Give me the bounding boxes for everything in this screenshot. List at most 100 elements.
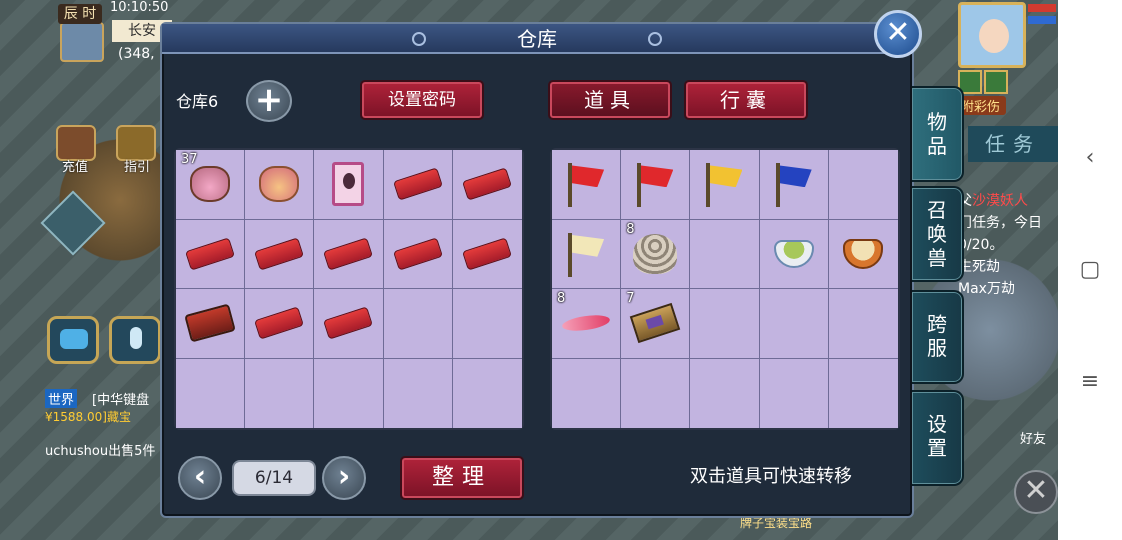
item-slot[interactable]: 37: [176, 150, 246, 220]
mp-bar: [1028, 16, 1056, 24]
chat-button[interactable]: [47, 316, 99, 364]
item-slot[interactable]: [828, 358, 898, 428]
item-slot[interactable]: [383, 219, 453, 289]
task-tab[interactable]: 任务: [968, 126, 1058, 162]
red-carpet-icon: [185, 237, 236, 271]
item-slot[interactable]: [176, 289, 246, 359]
item-slot[interactable]: [245, 150, 315, 220]
quest-line: Max万劫: [958, 281, 1015, 297]
side-tab-settings[interactable]: 设置: [912, 390, 964, 486]
quest-tracker[interactable]: 父沙漠妖人 门任务，今日 0/20。 生死劫 Max万劫: [958, 190, 1058, 300]
item-slot[interactable]: [314, 150, 384, 220]
tab-bag[interactable]: 行囊: [684, 80, 808, 120]
add-warehouse-button[interactable]: +: [246, 80, 292, 122]
item-slot[interactable]: [828, 219, 898, 289]
blue-flag-icon: [774, 161, 814, 208]
item-slot[interactable]: [245, 219, 315, 289]
item-slot[interactable]: [759, 219, 829, 289]
side-tab-label: 召唤兽: [927, 198, 947, 270]
item-slot[interactable]: [314, 219, 384, 289]
transfer-hint: 双击道具可快速转移: [690, 466, 852, 487]
item-slot[interactable]: [245, 289, 315, 359]
red-carpet-icon: [462, 167, 513, 201]
item-slot[interactable]: [552, 358, 622, 428]
item-slot[interactable]: [314, 358, 384, 428]
side-tab-items[interactable]: 物品: [912, 86, 964, 182]
side-tab-label: 设置: [927, 412, 947, 460]
chest-icon[interactable]: [984, 70, 1008, 94]
friends-label[interactable]: 好友: [1020, 428, 1046, 447]
item-slot[interactable]: [383, 289, 453, 359]
warehouse-label: 仓库6: [176, 92, 219, 111]
dark-carpet-icon: [184, 303, 236, 343]
item-slot[interactable]: 8: [552, 289, 622, 359]
item-slot[interactable]: [452, 150, 522, 220]
ornament-icon: [648, 32, 662, 46]
item-slot[interactable]: [452, 289, 522, 359]
red-carpet-icon: [392, 237, 443, 271]
item-slot[interactable]: [452, 358, 522, 428]
side-tab-pets[interactable]: 召唤兽: [912, 186, 964, 282]
world-channel-tag[interactable]: 世界: [45, 389, 78, 408]
item-slot[interactable]: [383, 150, 453, 220]
item-slot[interactable]: [828, 150, 898, 220]
map-coordinates: (348,: [118, 46, 155, 62]
item-slot[interactable]: [690, 358, 760, 428]
yellow-flag-icon: [704, 161, 744, 208]
red-flag-icon: [566, 161, 606, 208]
home-icon[interactable]: ▢: [1078, 258, 1102, 282]
warehouse-panel: 仓库 仓库6 + 设置密码 道具 行囊 37 8 8 7 ‹ 6/14 › 整理 双…: [160, 22, 914, 518]
hud-close-icon[interactable]: ✕: [1014, 470, 1058, 514]
item-slot[interactable]: [176, 219, 246, 289]
expand-map-icon[interactable]: [40, 190, 106, 256]
tab-items[interactable]: 道具: [548, 80, 672, 120]
prev-page-button[interactable]: ‹: [178, 456, 222, 500]
item-slot[interactable]: [828, 289, 898, 359]
item-slot[interactable]: 7: [621, 289, 691, 359]
menu-icon[interactable]: ≡: [1078, 370, 1102, 394]
item-slot[interactable]: [176, 358, 246, 428]
item-count: 7: [626, 291, 635, 306]
item-slot[interactable]: [690, 289, 760, 359]
item-slot[interactable]: [759, 289, 829, 359]
item-slot[interactable]: [552, 150, 622, 220]
item-slot[interactable]: [452, 219, 522, 289]
set-password-button[interactable]: 设置密码: [360, 80, 484, 120]
avatar-face: [979, 19, 1009, 53]
item-slot[interactable]: [245, 358, 315, 428]
item-slot[interactable]: [690, 150, 760, 220]
item-slot[interactable]: [690, 219, 760, 289]
side-tab-label: 物品: [927, 110, 947, 158]
red-flag-icon: [635, 161, 675, 208]
item-slot[interactable]: 8: [621, 219, 691, 289]
system-navbar: ‹ ▢ ≡: [1058, 0, 1122, 540]
item-slot[interactable]: [759, 358, 829, 428]
next-page-button[interactable]: ›: [322, 456, 366, 500]
red-carpet-icon: [323, 237, 374, 271]
panel-titlebar: 仓库: [162, 24, 912, 54]
sort-button[interactable]: 整理: [400, 456, 524, 500]
player-avatar[interactable]: [958, 2, 1026, 68]
status-icons[interactable]: [958, 70, 1012, 96]
back-icon[interactable]: ‹: [1078, 146, 1102, 170]
close-icon[interactable]: ✕: [874, 10, 922, 58]
green-bowl-icon: [773, 239, 814, 268]
book-icon: [630, 303, 681, 344]
item-slot[interactable]: [621, 150, 691, 220]
clock-icon: [60, 22, 104, 62]
quest-line: 0/20。: [958, 237, 1004, 253]
time-widget[interactable]: 辰 时 10:10:50 长安 (348,: [48, 0, 172, 66]
item-slot[interactable]: [621, 358, 691, 428]
side-tab-cross-server[interactable]: 跨服: [912, 290, 964, 384]
panel-title: 仓库: [517, 27, 557, 51]
item-slot[interactable]: [759, 150, 829, 220]
item-count: 8: [626, 221, 635, 237]
hp-bar: [1028, 4, 1056, 12]
red-carpet-icon: [254, 237, 305, 271]
pink-pouch-icon: [190, 166, 231, 203]
item-slot[interactable]: [314, 289, 384, 359]
voice-button[interactable]: [109, 316, 161, 364]
recharge-label: 充值: [62, 160, 89, 175]
item-slot[interactable]: [552, 219, 622, 289]
item-slot[interactable]: [383, 358, 453, 428]
